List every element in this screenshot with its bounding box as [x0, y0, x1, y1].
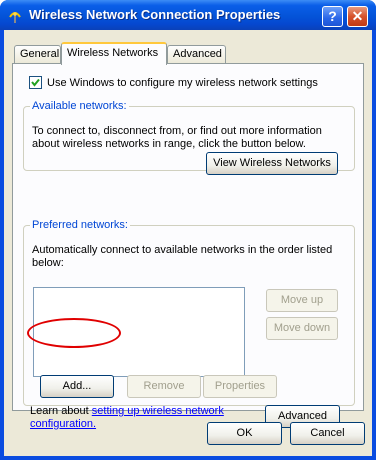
properties-window: Wireless Network Connection Properties ?…	[0, 0, 376, 460]
view-wireless-networks-button[interactable]: View Wireless Networks	[206, 152, 338, 175]
preferred-desc-line2: below:	[32, 257, 64, 269]
dialog-client-area: General Wireless Networks Advanced Use W…	[4, 30, 372, 456]
preferred-networks-legend: Preferred networks:	[32, 219, 128, 231]
cancel-button[interactable]: Cancel	[290, 422, 365, 445]
preferred-networks-list[interactable]	[33, 287, 245, 377]
use-windows-checkbox[interactable]	[29, 76, 42, 89]
close-button[interactable]: ✕	[347, 6, 368, 27]
properties-button[interactable]: Properties	[203, 375, 277, 398]
move-down-button[interactable]: Move down	[266, 317, 338, 340]
use-windows-label: Use Windows to configure my wireless net…	[47, 76, 318, 89]
learn-about-prefix: Learn about	[30, 405, 92, 417]
use-windows-option[interactable]: Use Windows to configure my wireless net…	[29, 76, 318, 89]
setup-wireless-link-line2[interactable]: configuration.	[30, 418, 96, 430]
tab-general[interactable]: General	[14, 45, 61, 63]
move-up-button[interactable]: Move up	[266, 289, 338, 312]
tab-advanced[interactable]: Advanced	[167, 45, 226, 63]
preferred-desc-line1: Automatically connect to available netwo…	[32, 244, 333, 256]
available-networks-group: Available networks: To connect to, disco…	[23, 100, 355, 175]
wireless-network-icon	[7, 8, 23, 24]
learn-about-text: Learn about setting up wireless network …	[30, 405, 224, 431]
tab-wireless-networks[interactable]: Wireless Networks	[61, 42, 167, 65]
window-title: Wireless Network Connection Properties	[29, 7, 281, 22]
setup-wireless-link[interactable]: setting up wireless network	[92, 405, 224, 417]
available-desc-line1: To connect to, disconnect from, or find …	[32, 125, 322, 137]
preferred-networks-group: Preferred networks: Automatically connec…	[23, 219, 355, 430]
help-button[interactable]: ?	[322, 6, 343, 27]
available-networks-legend: Available networks:	[32, 100, 127, 112]
title-bar[interactable]: Wireless Network Connection Properties ?…	[0, 0, 376, 30]
available-desc-line2: about wireless networks in range, click …	[32, 138, 306, 150]
wireless-networks-panel: Use Windows to configure my wireless net…	[12, 63, 364, 430]
preferred-networks-description: Automatically connect to available netwo…	[32, 244, 332, 270]
checkmark-icon	[31, 78, 40, 87]
remove-button[interactable]: Remove	[127, 375, 201, 398]
available-networks-description: To connect to, disconnect from, or find …	[32, 125, 322, 151]
ok-button[interactable]: OK	[207, 422, 282, 445]
add-button[interactable]: Add...	[40, 375, 114, 398]
